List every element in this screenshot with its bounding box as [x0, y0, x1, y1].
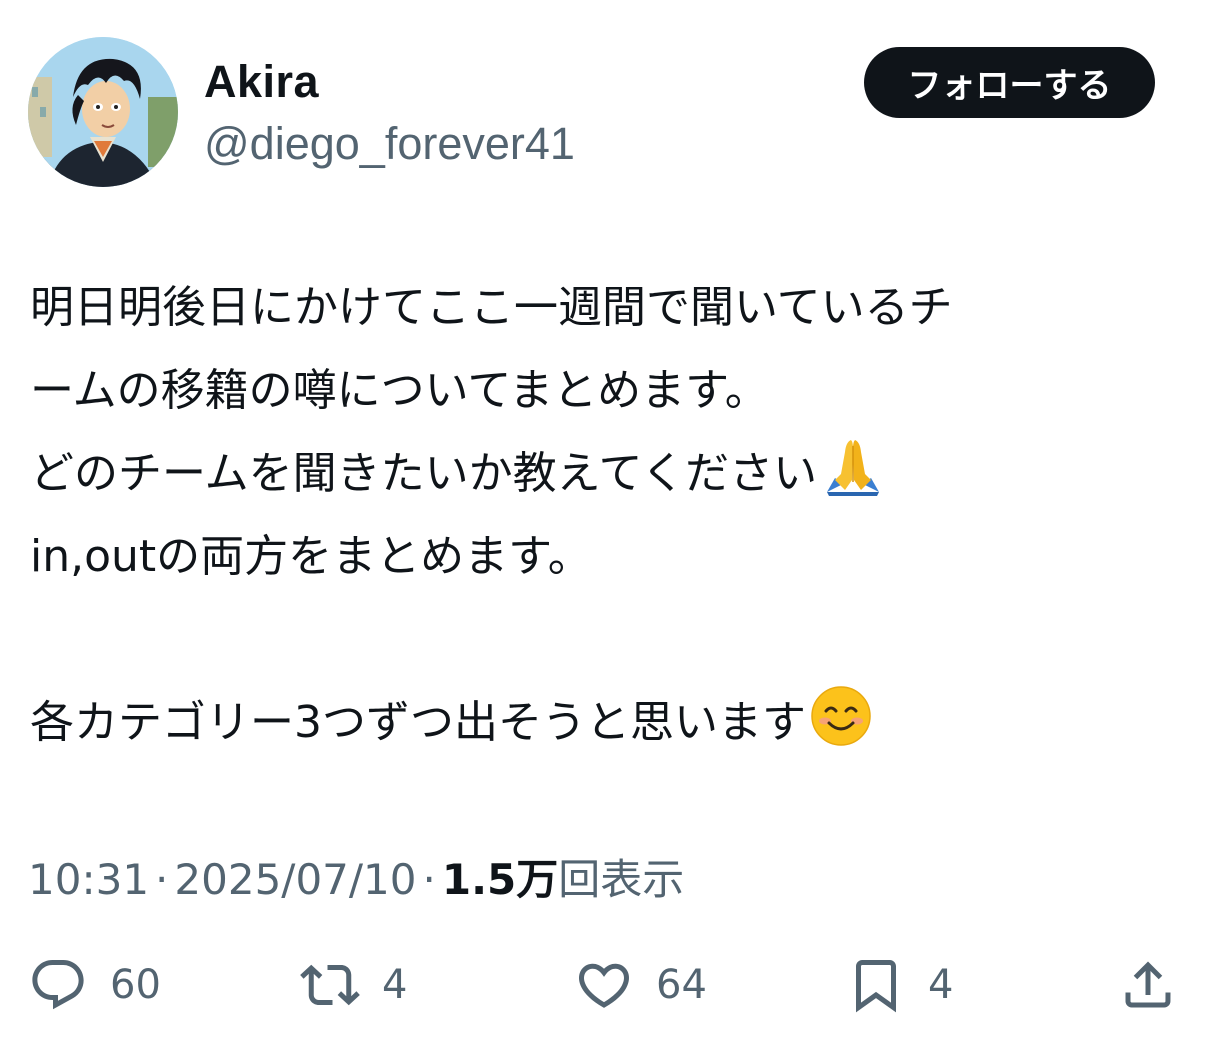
like-count: 64 — [656, 962, 707, 1008]
post-line: in,outの両方をまとめます。 — [30, 531, 592, 582]
repost-icon — [300, 955, 360, 1015]
post-meta: 10:31 · 2025/07/10 · 1.5万回表示 — [28, 846, 684, 907]
follow-button[interactable]: フォローする — [864, 47, 1155, 118]
post-line: ームの移籍の噂についてまとめます。 — [30, 365, 769, 416]
views-label: 回表示 — [558, 855, 685, 904]
views-count[interactable]: 1.5万 — [442, 855, 558, 904]
meta-separator: · — [155, 855, 169, 904]
post-line-text: 各カテゴリー3つずつ出そうと思います — [30, 697, 806, 748]
smiling-face-icon — [810, 685, 872, 774]
repost-count: 4 — [382, 962, 408, 1008]
meta-separator: · — [422, 855, 436, 904]
like-button[interactable]: 64 — [574, 950, 707, 1020]
tweet-card: Akira @diego_forever41 フォローする 明日明後日にかけてこ… — [0, 0, 1206, 1040]
avatar[interactable] — [28, 37, 178, 187]
heart-icon — [574, 955, 634, 1015]
post-line: 明日明後日にかけてここ一週間で聞いているチ — [30, 282, 953, 333]
share-button[interactable] — [1118, 950, 1178, 1020]
bookmark-button[interactable]: 4 — [846, 950, 953, 1020]
post-time[interactable]: 10:31 — [28, 855, 149, 904]
display-name[interactable]: Akira — [204, 56, 319, 108]
user-handle[interactable]: @diego_forever41 — [204, 118, 575, 170]
bookmark-icon — [846, 955, 906, 1015]
post-text: 明日明後日にかけてここ一週間で聞いているチ ームの移籍の噂についてまとめます。 … — [30, 266, 1170, 764]
share-icon — [1118, 955, 1178, 1015]
folded-hands-icon — [821, 434, 885, 525]
post-line-blank — [30, 598, 1170, 681]
post-line-text: どのチームを聞きたいか教えてください — [30, 448, 818, 499]
post-line: どのチームを聞きたいか教えてください — [30, 432, 1170, 515]
post-date[interactable]: 2025/07/10 — [174, 855, 416, 904]
reply-icon — [28, 955, 88, 1015]
reply-button[interactable]: 60 — [28, 950, 161, 1020]
repost-button[interactable]: 4 — [300, 950, 407, 1020]
reply-count: 60 — [110, 962, 161, 1008]
action-bar: 60 4 64 4 — [0, 950, 1206, 1020]
post-line: 各カテゴリー3つずつ出そうと思います — [30, 681, 1170, 764]
bookmark-count: 4 — [928, 962, 954, 1008]
